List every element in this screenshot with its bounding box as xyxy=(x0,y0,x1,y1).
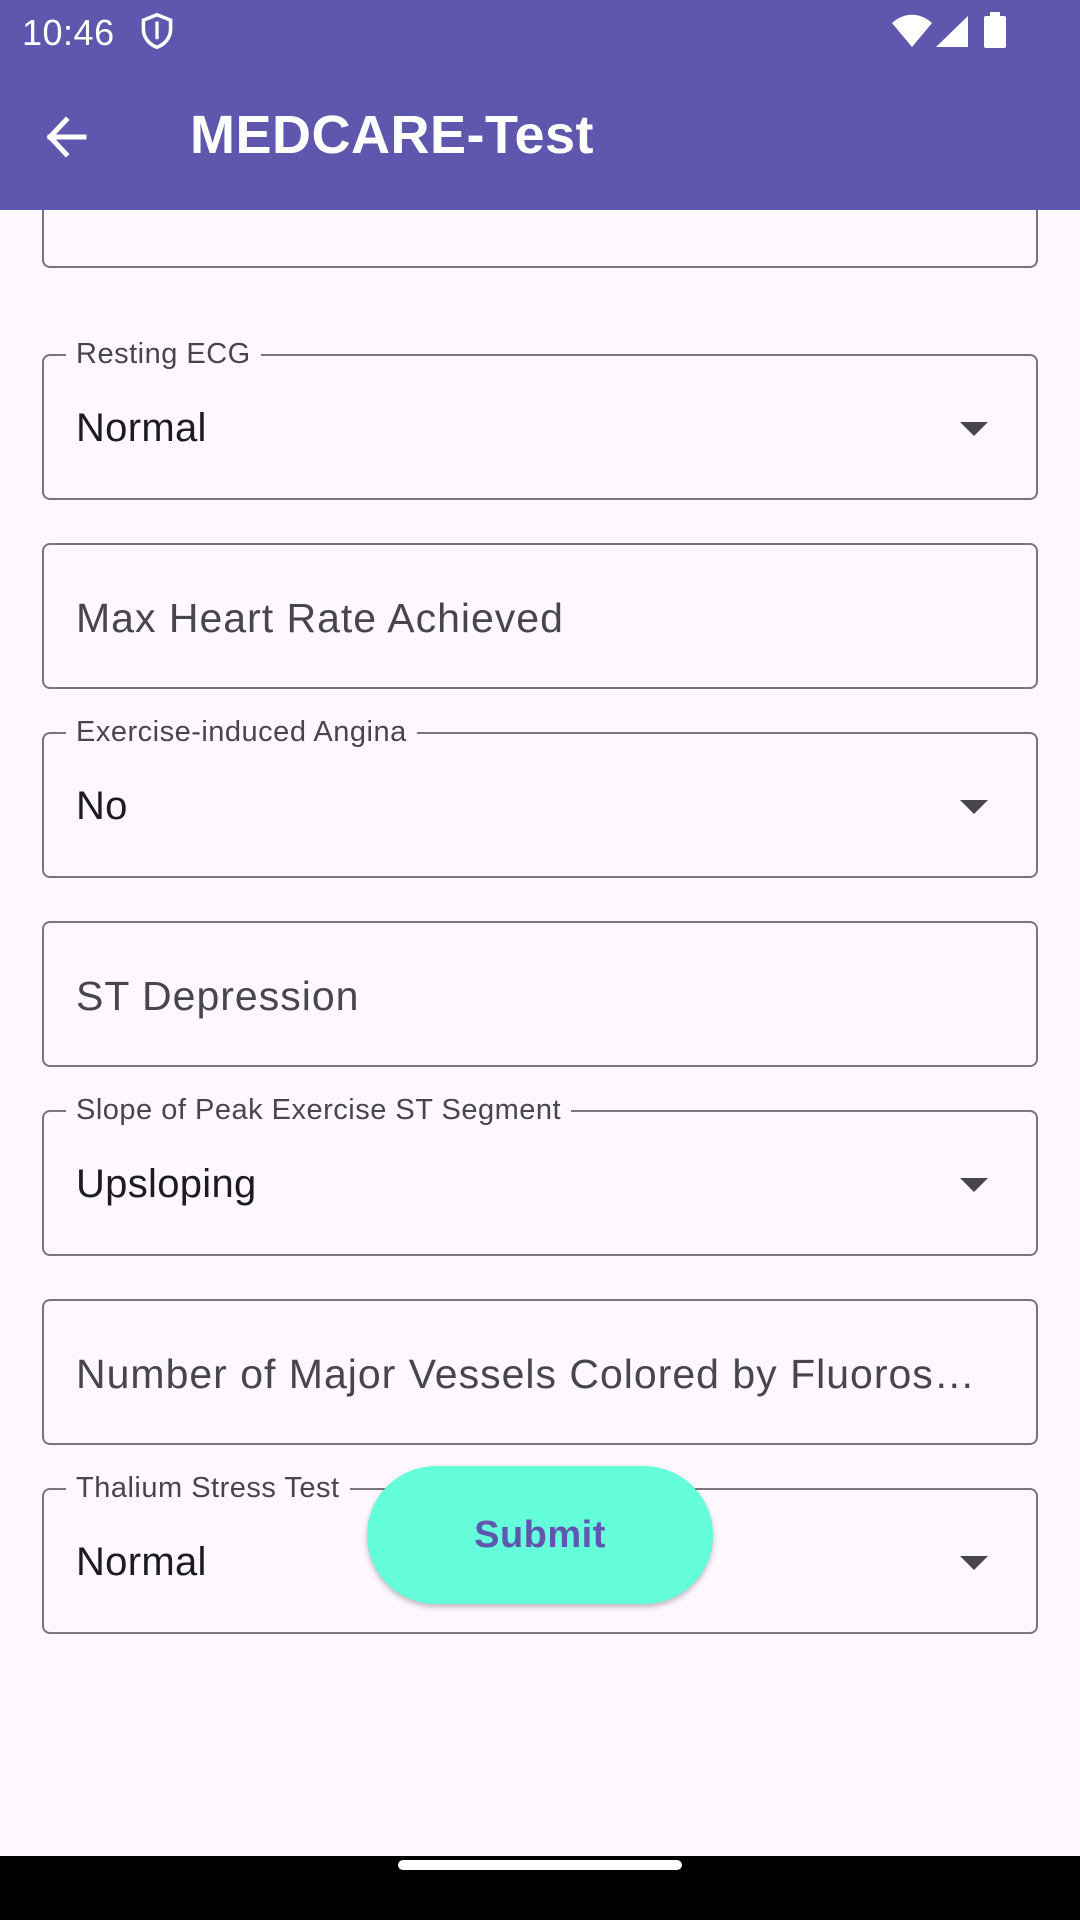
dropdown-arrow-icon xyxy=(960,422,988,436)
dropdown-arrow-icon xyxy=(960,1556,988,1570)
form-scroll-area[interactable]: Resting ECG Normal Max Heart Rate Achiev… xyxy=(0,210,1080,1856)
exercise-angina-value: No xyxy=(76,784,128,828)
signal-icon xyxy=(936,16,968,47)
status-time: 10:46 xyxy=(22,12,115,53)
slope-dropdown[interactable]: Slope of Peak Exercise ST Segment Upslop… xyxy=(42,1092,1038,1256)
page-title: MEDCARE-Test xyxy=(190,105,595,165)
slope-label: Slope of Peak Exercise ST Segment xyxy=(66,1092,572,1128)
dropdown-arrow-icon xyxy=(960,800,988,814)
dropdown-arrow-icon xyxy=(960,1178,988,1192)
resting-ecg-label: Resting ECG xyxy=(66,336,261,372)
app-bar: MEDCARE-Test xyxy=(0,64,1080,210)
back-button[interactable] xyxy=(36,106,108,168)
thalium-value: Normal xyxy=(76,1540,207,1584)
major-vessels-placeholder: Number of Major Vessels Colored by Fluor… xyxy=(76,1351,996,1397)
submit-button[interactable]: Submit xyxy=(367,1466,713,1604)
major-vessels-input[interactable]: Number of Major Vessels Colored by Fluor… xyxy=(42,1299,1038,1445)
slope-value: Upsloping xyxy=(76,1162,257,1206)
st-depression-input[interactable]: ST Depression xyxy=(42,921,1038,1067)
status-bar: 10:46 xyxy=(0,0,1080,64)
wifi-icon xyxy=(892,14,932,47)
resting-ecg-dropdown[interactable]: Resting ECG Normal xyxy=(42,336,1038,500)
home-gesture-handle[interactable] xyxy=(398,1860,682,1870)
exercise-angina-dropdown[interactable]: Exercise-induced Angina No xyxy=(42,714,1038,878)
thalium-label: Thalium Stress Test xyxy=(66,1470,350,1506)
submit-label: Submit xyxy=(474,1513,606,1556)
partial-field-above[interactable] xyxy=(42,210,1038,268)
max-heart-rate-placeholder: Max Heart Rate Achieved xyxy=(76,595,564,641)
max-heart-rate-input[interactable]: Max Heart Rate Achieved xyxy=(42,543,1038,689)
resting-ecg-value: Normal xyxy=(76,406,207,450)
st-depression-placeholder: ST Depression xyxy=(76,973,360,1019)
arrow-back-icon xyxy=(46,116,87,158)
exercise-angina-label: Exercise-induced Angina xyxy=(66,714,417,750)
shield-icon xyxy=(141,12,173,50)
battery-icon xyxy=(984,12,1006,48)
